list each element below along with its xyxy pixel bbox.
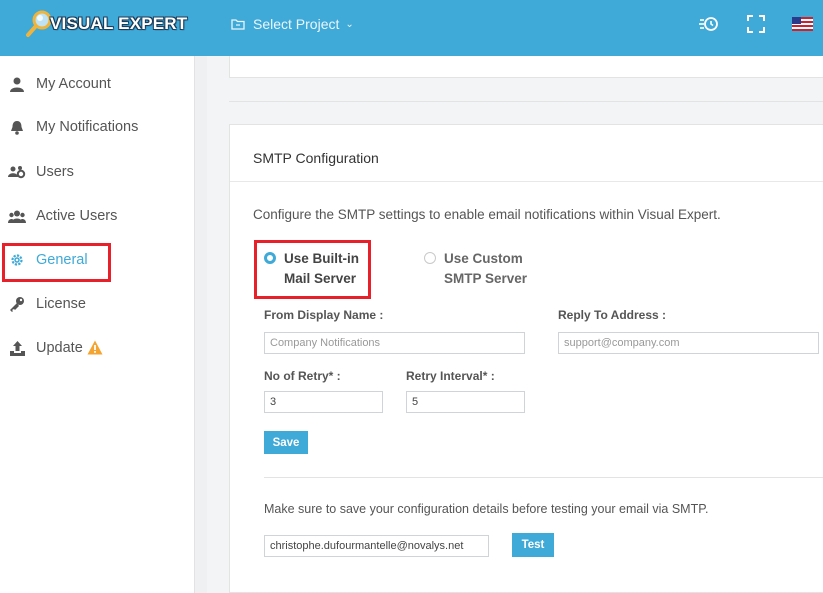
project-select-label: Select Project <box>253 16 340 32</box>
users-icon <box>8 207 26 225</box>
test-note: Make sure to save your configuration det… <box>264 502 709 516</box>
key-icon <box>8 295 26 313</box>
user-icon <box>8 75 26 93</box>
sidebar-item-license[interactable]: License <box>0 284 195 324</box>
chevron-down-icon: ⌄ <box>345 18 354 30</box>
top-bar: VISUAL EXPERT Select Project ⌄ <box>0 0 823 56</box>
radio-custom-smtp-server[interactable]: Use Custom SMTP Server <box>424 249 527 289</box>
sidebar-item-update[interactable]: Update <box>0 328 195 368</box>
divider <box>229 101 823 102</box>
sidebar-item-label: Active Users <box>36 208 118 224</box>
highlight-box-general <box>2 243 111 282</box>
smtp-config-card: SMTP Configuration Configure the SMTP se… <box>229 124 823 593</box>
users-gear-icon <box>8 163 26 181</box>
from-display-name-input[interactable] <box>264 332 525 354</box>
radio-label-line2: SMTP Server <box>444 271 528 286</box>
reply-to-label: Reply To Address : <box>558 308 667 322</box>
retry-interval-label: Retry Interval* : <box>406 369 495 383</box>
card-title: SMTP Configuration <box>253 150 379 166</box>
content-gutter <box>195 56 207 593</box>
sidebar: My Account My Notifications Users Active… <box>0 56 195 593</box>
reply-to-input[interactable] <box>558 332 819 354</box>
divider <box>264 477 823 478</box>
divider <box>230 181 823 182</box>
sidebar-item-label: Users <box>36 164 74 180</box>
folder-icon <box>231 19 245 30</box>
sidebar-item-label: My Notifications <box>36 119 139 135</box>
history-icon[interactable] <box>698 14 720 34</box>
test-email-input[interactable] <box>264 535 489 557</box>
card-description: Configure the SMTP settings to enable em… <box>253 207 721 222</box>
us-flag-icon[interactable] <box>791 14 813 34</box>
retry-label: No of Retry* : <box>264 369 341 383</box>
test-button[interactable]: Test <box>512 533 554 557</box>
highlight-box-builtin <box>254 240 371 299</box>
previous-card <box>229 56 823 78</box>
project-select[interactable]: Select Project ⌄ <box>231 14 354 34</box>
sidebar-item-users[interactable]: Users <box>0 152 195 192</box>
retry-input[interactable] <box>264 391 383 413</box>
fullscreen-icon[interactable] <box>745 14 767 34</box>
radio-unchecked-icon <box>424 252 436 264</box>
upload-icon <box>8 339 26 357</box>
retry-interval-input[interactable] <box>406 391 525 413</box>
save-button[interactable]: Save <box>264 431 308 454</box>
radio-label-line1: Use Custom <box>444 251 523 266</box>
from-display-name-label: From Display Name : <box>264 308 384 322</box>
sidebar-item-label: My Account <box>36 76 111 92</box>
sidebar-item-active-users[interactable]: Active Users <box>0 196 195 236</box>
bell-icon <box>8 118 26 136</box>
sidebar-item-label: Update <box>36 340 83 356</box>
logo-text: VISUAL EXPERT <box>50 14 188 33</box>
sidebar-item-my-account[interactable]: My Account <box>0 64 195 104</box>
sidebar-item-my-notifications[interactable]: My Notifications <box>0 107 195 147</box>
logo[interactable]: VISUAL EXPERT <box>22 8 187 40</box>
warning-icon <box>87 340 103 360</box>
sidebar-item-label: License <box>36 296 86 312</box>
